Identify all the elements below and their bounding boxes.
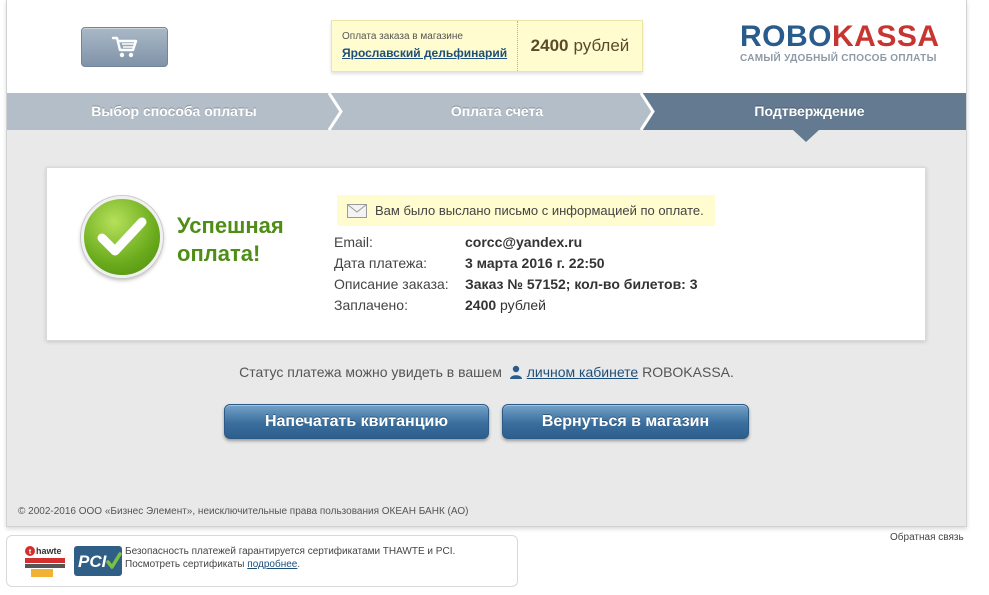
envelope-icon: [347, 203, 367, 218]
progress-steps: Выбор способа оплаты Оплата счета Подтве…: [7, 93, 966, 142]
shopping-cart-icon: [111, 36, 137, 58]
detail-label: Email:: [334, 234, 373, 250]
detail-value-paid: 2400: [465, 297, 497, 313]
copyright-text: © 2002-2016 ООО «Бизнес Элемент», неискл…: [18, 506, 469, 517]
step-choose-method: Выбор способа оплаты: [91, 103, 257, 119]
detail-row-paid: Заплачено: 2400 рублей: [334, 295, 834, 316]
order-amount-block: 2400 рублей: [518, 21, 642, 71]
step-confirmation: Подтверждение: [754, 103, 865, 119]
success-title-line2: оплата!: [177, 241, 261, 266]
success-check-icon: [81, 196, 163, 278]
detail-row-date: Дата платежа: 3 марта 2016 г. 22:50: [334, 253, 834, 274]
shop-name-link[interactable]: Ярославский дельфинарий: [342, 46, 507, 60]
success-title-line1: Успешная: [177, 213, 284, 238]
step-pay-invoice: Оплата счета: [450, 103, 544, 119]
order-info-box: Оплата заказа в магазине Ярославский дел…: [331, 20, 643, 72]
status-line: Статус платежа можно увидеть в вашем лич…: [7, 364, 966, 380]
cart-button[interactable]: [81, 27, 168, 67]
detail-value-date: 3 марта 2016 г. 22:50: [465, 255, 605, 271]
email-sent-text: Вам было выслано письмо с информацией по…: [375, 203, 704, 218]
detail-label: Заплачено:: [334, 297, 408, 313]
email-sent-notice: Вам было выслано письмо с информацией по…: [337, 195, 715, 226]
header: Оплата заказа в магазине Ярославский дел…: [7, 0, 966, 93]
logo-text-kassa: KASSA: [832, 20, 940, 53]
thawte-logo-icon[interactable]: t hawte: [23, 544, 67, 578]
detail-value-paid-currency: рублей: [500, 297, 546, 313]
status-prefix: Статус платежа можно увидеть в вашем: [239, 364, 502, 380]
order-amount: 2400: [530, 36, 569, 55]
pci-logo-icon[interactable]: PCI: [74, 546, 122, 576]
detail-value-description: Заказ № 57152; кол-во билетов: 3: [465, 276, 698, 292]
security-line2-suffix: .: [297, 559, 301, 570]
svg-text:hawte: hawte: [36, 546, 62, 556]
success-title: Успешная оплата!: [177, 212, 327, 268]
detail-label: Описание заказа:: [334, 276, 449, 292]
security-line2: Посмотреть сертификаты подробнее.: [125, 558, 455, 571]
robokassa-logo[interactable]: ROBOKASSA САМЫЙ УДОБНЫЙ СПОСОБ ОПЛАТЫ: [740, 20, 950, 64]
security-block: t hawte PCI Безопасность платежей гарант…: [6, 535, 518, 587]
personal-account-link[interactable]: личном кабинете: [527, 364, 638, 380]
certificates-details-link[interactable]: подробнее: [247, 559, 297, 570]
feedback-link[interactable]: Обратная связь: [890, 532, 964, 543]
print-receipt-button[interactable]: Напечатать квитанцию: [224, 404, 489, 439]
user-icon: [509, 365, 522, 379]
security-text: Безопасность платежей гарантируется серт…: [125, 545, 455, 571]
svg-text:PCI: PCI: [78, 552, 108, 571]
security-line2-prefix: Посмотреть сертификаты: [125, 559, 245, 570]
order-currency: рублей: [573, 36, 630, 55]
detail-label: Дата платежа:: [334, 255, 428, 271]
logo-text-robo: ROBO: [740, 20, 832, 53]
order-shop-block: Оплата заказа в магазине Ярославский дел…: [332, 21, 518, 71]
status-suffix: ROBOKASSA.: [642, 364, 734, 380]
payment-result-box: Успешная оплата! Вам было выслано письмо…: [46, 167, 926, 341]
security-line1: Безопасность платежей гарантируется серт…: [125, 546, 456, 557]
payment-details: Email: corcc@yandex.ru Дата платежа: 3 м…: [334, 232, 834, 316]
order-caption: Оплата заказа в магазине: [342, 31, 463, 42]
detail-row-email: Email: corcc@yandex.ru: [334, 232, 834, 253]
detail-row-description: Описание заказа: Заказ № 57152; кол-во б…: [334, 274, 834, 295]
logo-tagline: САМЫЙ УДОБНЫЙ СПОСОБ ОПЛАТЫ: [740, 53, 937, 64]
payment-card: Оплата заказа в магазине Ярославский дел…: [6, 0, 967, 527]
detail-value-email: corcc@yandex.ru: [465, 234, 583, 250]
return-to-shop-button[interactable]: Вернуться в магазин: [502, 404, 749, 439]
